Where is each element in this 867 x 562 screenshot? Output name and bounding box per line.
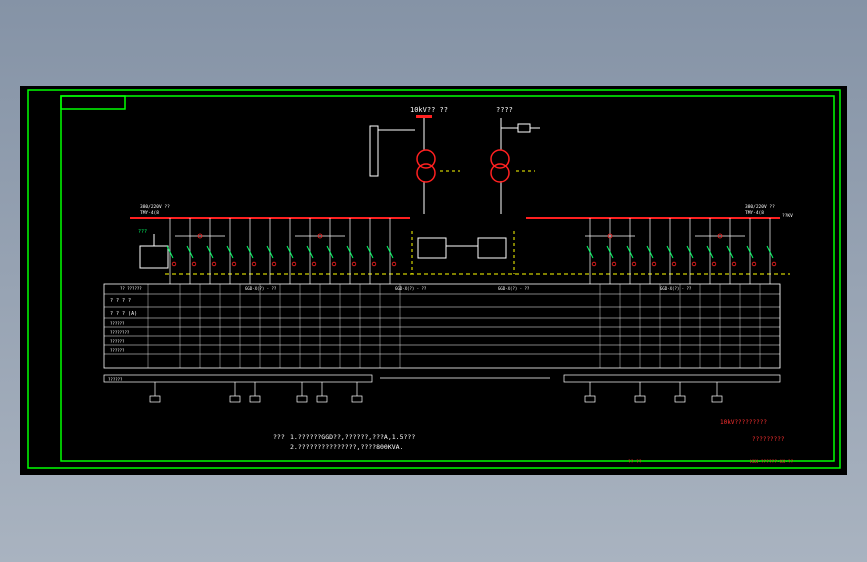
single-line-diagram: 10kV?? ?? ???? 380/220V ?? TMY-4(8 380/2…: [27, 89, 841, 469]
feeder-ct-icon: [691, 261, 697, 267]
title-block-line2: ?????????: [752, 436, 785, 443]
transformer-right: [490, 149, 510, 183]
transformer-left-primary-icon: [416, 149, 436, 169]
feeder-ct-icon: [271, 261, 277, 267]
bus-right-sub: TMY-4(8: [745, 210, 764, 216]
bus-left-label: 380/220V ??: [140, 204, 170, 210]
bus-right-label: 380/220V ??: [745, 204, 775, 210]
output-terminal-icon: [634, 395, 646, 403]
output-terminal-icon: [296, 395, 308, 403]
title-block-sheet: ?? ??: [628, 459, 642, 465]
interlock-lines: [411, 170, 535, 274]
output-row-right: [563, 374, 781, 383]
group-header-2: GGD-X(?) - ??: [395, 286, 427, 291]
output-terminal-icon: [149, 395, 161, 403]
right-source-title: ????: [496, 106, 513, 114]
feeder-ct-icon: [591, 261, 597, 267]
feeder-ct-icon: [771, 261, 777, 267]
feeder-ct-icon: [611, 261, 617, 267]
feeder-ct-icon: [311, 261, 317, 267]
table-first-header: ?? ??????: [120, 286, 142, 291]
switchgear-table: [103, 283, 781, 369]
feeder-ct-icon: [191, 261, 197, 267]
corner-tag: [60, 95, 126, 110]
output-terminal-icon: [711, 395, 723, 403]
group-header-1: GGD-X(?) - ??: [245, 286, 277, 291]
row-header-5: ??????: [110, 339, 125, 344]
group-header-4: GGD-X(?) - ??: [660, 286, 692, 291]
title-block-drawing-no: XXX-??????-XX-??: [750, 459, 794, 465]
output-row: [103, 374, 781, 403]
transformer-right-primary-icon: [490, 149, 510, 169]
title-block-line1: 10kV?????????: [720, 419, 767, 426]
output-terminal-icon: [316, 395, 328, 403]
output-terminal-icon: [229, 395, 241, 403]
row-header-6: ??????: [110, 348, 125, 353]
output-terminal-icon: [674, 395, 686, 403]
output-terminal-icon: [351, 395, 363, 403]
group-header-3: GGD-X(?) - ??: [498, 286, 530, 291]
bus-right-tag: ??KV: [782, 213, 793, 219]
feeder-ct-icon: [251, 261, 257, 267]
incoming-fuse: [416, 115, 432, 118]
feeder-ct-icon: [291, 261, 297, 267]
transformer-left-secondary-icon: [416, 163, 436, 183]
row-header-2: ? ? ? (A): [110, 311, 137, 317]
feeder-ct-icon: [711, 261, 717, 267]
transformer-left: [416, 149, 436, 183]
feeder-ct-icon: [171, 261, 177, 267]
output-terminal-icon: [249, 395, 261, 403]
feeder-ct-icon: [371, 261, 377, 267]
output-row-left: [103, 374, 373, 383]
table-frame: [103, 283, 781, 369]
feeder-ct-icon: [731, 261, 737, 267]
feeder-ct-icon: [351, 261, 357, 267]
notes-line1: 1.??????GGD??,??????,???A,1.5???: [290, 433, 415, 441]
feeder-ct-icon: [231, 261, 237, 267]
table-group-headers: GGD-X(?) - ?? GGD-X(?) - ?? GGD-X(?) - ?…: [245, 286, 692, 291]
feeder-ct-icon: [211, 261, 217, 267]
transformer-right-secondary-icon: [490, 163, 510, 183]
cad-viewport[interactable]: 10kV?? ?? ???? 380/220V ?? TMY-4(8 380/2…: [20, 86, 847, 475]
notes-line2: 2.???????????????,????800KVA.: [290, 443, 404, 451]
feeder-ct-icon: [631, 261, 637, 267]
bus-left-sub: TMY-4(8: [140, 210, 159, 216]
feeder-ct-icon: [331, 261, 337, 267]
output-terminal-icon: [584, 395, 596, 403]
feeder-ct-icon: [391, 261, 397, 267]
inner-frame: [60, 95, 835, 462]
incoming-feeder-right: [500, 118, 540, 214]
notes-label: ???: [273, 433, 285, 441]
row-header-3: ??????: [110, 321, 125, 326]
feeder-ct-icon: [671, 261, 677, 267]
incoming-feeder-left: [369, 118, 425, 214]
left-source-title: 10kV?? ??: [410, 106, 448, 114]
row-header-1: ? ? ? ?: [110, 298, 131, 304]
feeder-ct-icon: [651, 261, 657, 267]
incomer-status-label: ???: [138, 229, 147, 235]
outer-frame: [27, 89, 841, 469]
output-row-label: ??????: [108, 377, 123, 382]
feeder-ct-icon: [751, 261, 757, 267]
row-header-4: ????????: [110, 330, 130, 335]
